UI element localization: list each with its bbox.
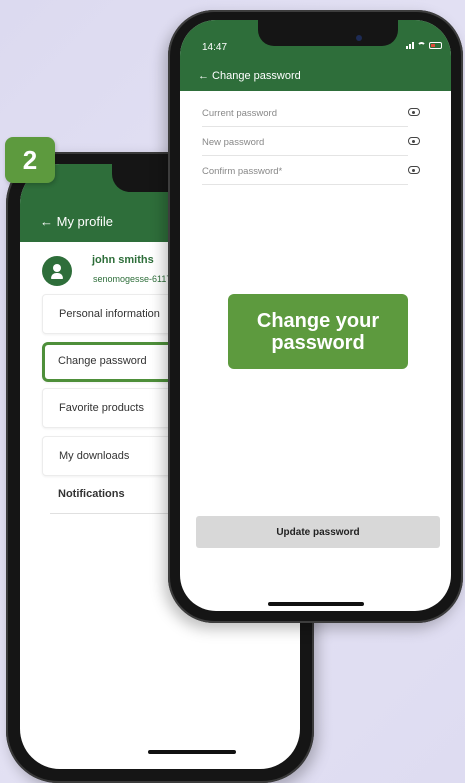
update-password-button[interactable]: Update password <box>196 516 440 548</box>
confirm-password-field[interactable]: Confirm password* <box>202 158 420 185</box>
notifications-item[interactable]: Notifications <box>58 488 125 500</box>
user-name: john smiths <box>92 254 154 266</box>
wifi-icon <box>417 42 426 49</box>
camera-icon <box>356 35 362 41</box>
show-password-icon[interactable] <box>408 108 420 116</box>
phone-notch <box>258 20 398 46</box>
menu-item-label: Personal information <box>59 308 160 320</box>
current-password-field[interactable]: Current password <box>202 100 420 127</box>
change-password-callout: Change your password <box>228 294 408 369</box>
user-email: senomogesse-6117 <box>93 274 172 284</box>
back-to-change-password-link[interactable]: ← Change password <box>198 70 301 82</box>
back-to-profile-link[interactable]: ← My profile <box>40 214 113 229</box>
menu-item-label: Change password <box>58 355 147 367</box>
home-indicator <box>268 602 364 606</box>
new-password-field[interactable]: New password <box>202 129 420 156</box>
battery-icon <box>429 42 442 49</box>
menu-item-label: My downloads <box>59 450 130 462</box>
step-badge: 2 <box>5 137 55 183</box>
avatar-icon <box>42 256 72 286</box>
change-password-screen: 14:47 ← Change password Current password… <box>180 20 451 611</box>
signal-icon <box>406 42 414 49</box>
menu-item-label: Favorite products <box>59 402 144 414</box>
show-password-icon[interactable] <box>408 166 420 174</box>
current-password-placeholder: Current password <box>202 108 277 119</box>
status-icons <box>406 42 442 49</box>
confirm-password-placeholder: Confirm password* <box>202 166 283 177</box>
change-password-phone: 14:47 ← Change password Current password… <box>168 10 463 623</box>
show-password-icon[interactable] <box>408 137 420 145</box>
home-indicator <box>148 750 236 754</box>
status-time: 14:47 <box>202 42 228 53</box>
new-password-placeholder: New password <box>202 137 265 148</box>
